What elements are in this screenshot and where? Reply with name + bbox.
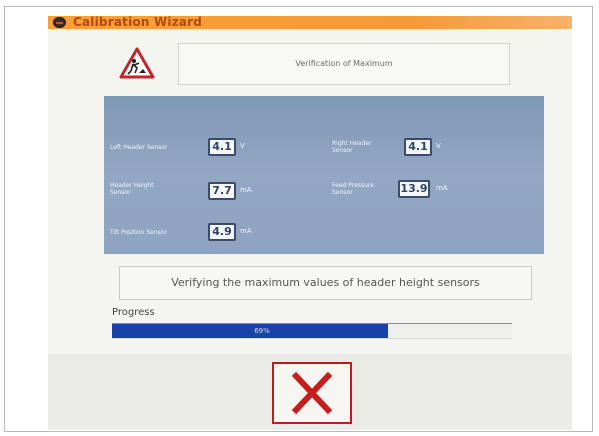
sensor-unit-right-header: V — [436, 142, 441, 150]
progress-label: Progress — [112, 307, 155, 318]
sensor-value-feed-pressure: 13.9 — [398, 180, 430, 198]
progress-bar: 69% — [112, 323, 512, 339]
app-logo-icon — [53, 17, 66, 28]
sensor-unit-left-header: V — [240, 142, 245, 150]
sensor-label-header-height: Header Height Sensor — [110, 182, 154, 196]
sensor-readings-panel: Left Header Sensor 4.1 V Right Header Se… — [104, 96, 544, 254]
sensor-unit-feed-pressure: mA — [436, 184, 448, 192]
sensor-unit-header-height: mA — [240, 186, 252, 194]
sensor-label-tilt-position: Tilt Position Sensor — [110, 229, 167, 236]
status-message: Verifying the maximum values of header h… — [119, 266, 532, 300]
sensor-value-header-height: 7.7 — [208, 182, 236, 200]
sensor-label-feed-pressure: Feed Pressure Sensor — [332, 182, 374, 196]
progress-percent: 69% — [254, 327, 270, 335]
sensor-label-left-header: Left Header Sensor — [110, 144, 168, 151]
cancel-button[interactable] — [272, 362, 352, 424]
sensor-value-right-header: 4.1 — [404, 138, 432, 156]
cancel-x-icon — [291, 371, 333, 415]
sensor-value-left-header: 4.1 — [208, 138, 236, 156]
step-heading: Verification of Maximum — [178, 43, 510, 85]
title-bar: Calibration Wizard — [48, 16, 572, 29]
wizard-window: Calibration Wizard Verification of Maxim… — [48, 16, 572, 430]
warning-construction-icon — [119, 47, 155, 79]
sensor-value-tilt-position: 4.9 — [208, 223, 236, 241]
sensor-label-right-header: Right Header Sensor — [332, 140, 372, 154]
window-title: Calibration Wizard — [73, 16, 203, 29]
sensor-unit-tilt-position: mA — [240, 227, 252, 235]
